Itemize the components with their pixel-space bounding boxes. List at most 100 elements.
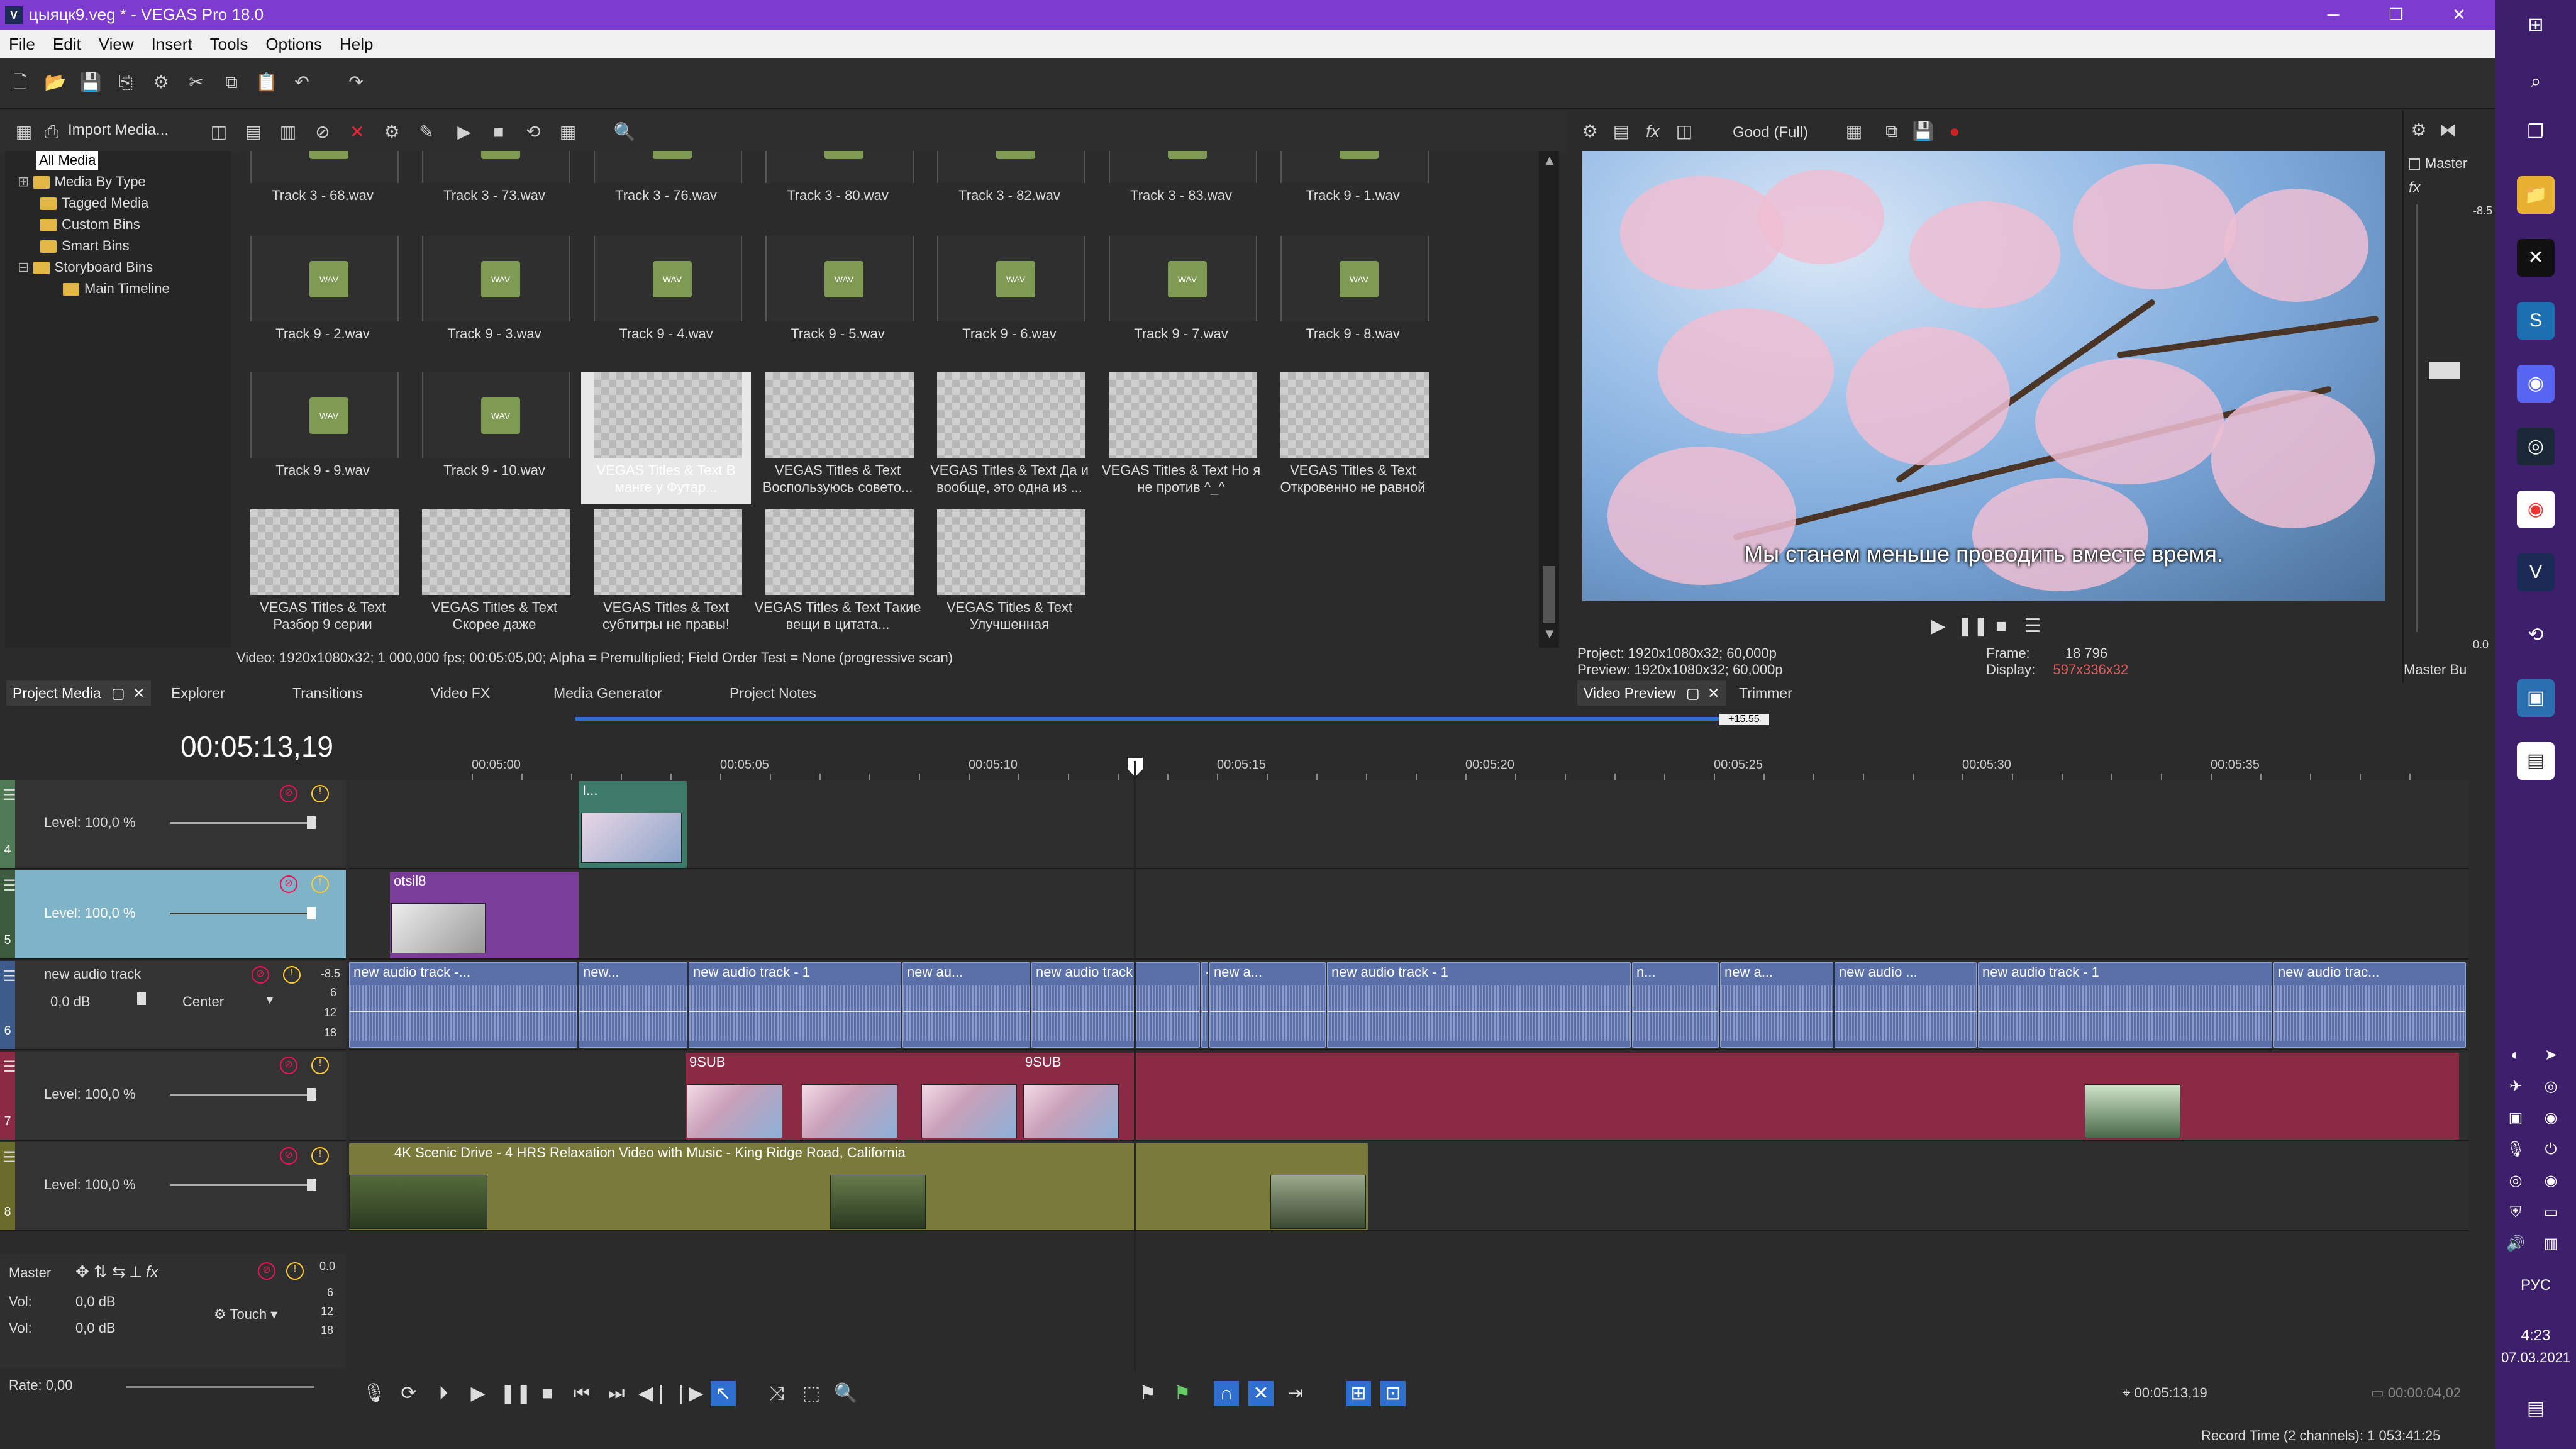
audio-event[interactable]: new au...	[902, 962, 1030, 1048]
track-menu-icon[interactable]: ☰	[3, 967, 16, 985]
video-event[interactable]: I...	[579, 781, 687, 868]
solo-icon[interactable]: !	[311, 785, 329, 802]
remove-icon[interactable]: ✕	[346, 121, 369, 143]
bin-tagged-media[interactable]: Tagged Media	[40, 194, 148, 213]
tab-trimmer[interactable]: Trimmer	[1733, 680, 1799, 706]
record-icon[interactable]: 🎙	[362, 1381, 387, 1406]
tab-master-bus[interactable]: Master Bu	[2404, 660, 2497, 679]
loop-region-bar[interactable]	[575, 717, 1720, 721]
network-icon[interactable]: ▥	[2540, 1233, 2562, 1255]
capture-icon[interactable]: ◫	[208, 121, 230, 143]
timeline-ruler[interactable]: +15.55 00:05:00 00:05:05 00:05:10 00:05:15 0…	[349, 714, 2468, 780]
preview-device-icon[interactable]: ▤	[1610, 120, 1633, 143]
media-scrollbar[interactable]: ▲ ▼	[1539, 151, 1559, 648]
media-thumbnail[interactable]: WAV Track 9 - 1.wav	[1268, 151, 1438, 230]
preview-pause-icon[interactable]: ❚❚	[1957, 614, 1989, 639]
loop-icon[interactable]: ⟳	[396, 1381, 421, 1406]
photos-icon[interactable]: ▣	[2517, 679, 2555, 717]
solo-icon[interactable]: !	[311, 1057, 329, 1074]
bin-main-timeline[interactable]: Main Timeline	[63, 279, 170, 298]
level-slider[interactable]	[170, 1184, 314, 1186]
tab-media-generator[interactable]: Media Generator	[547, 680, 669, 706]
menu-tools[interactable]: Tools	[201, 30, 257, 58]
nvidia-icon[interactable]: ▣	[2504, 1107, 2527, 1130]
auto-preview-icon[interactable]: ⟲	[522, 121, 545, 143]
copy-snapshot-icon[interactable]: ⧉	[1880, 120, 1903, 143]
document-icon[interactable]: ▤	[2517, 742, 2555, 780]
media-thumbnail[interactable]: VEGAS Titles & Text Такие вещи в цитата.…	[753, 509, 923, 641]
bin-smart-bins[interactable]: Smart Bins	[40, 236, 130, 255]
save-snapshot-icon[interactable]: 💾	[1912, 120, 1935, 143]
track-header-8[interactable]: 8 ☰ Level: 100,0 % ⊘ !	[0, 1142, 346, 1231]
audio-event[interactable]: new a...	[1209, 962, 1326, 1048]
fx-icon[interactable]: fx	[1641, 120, 1664, 143]
next-frame-icon[interactable]: ❘▶	[673, 1381, 703, 1406]
solo-icon[interactable]: !	[283, 966, 301, 984]
audio-event[interactable]: new...	[579, 962, 687, 1048]
mute-icon[interactable]: ⊘	[258, 1262, 275, 1280]
media-thumbnail[interactable]: WAV Track 9 - 8.wav	[1268, 236, 1438, 368]
steam-icon[interactable]: ◎	[2517, 428, 2555, 465]
selection-tool-icon[interactable]: ⬚	[799, 1381, 824, 1406]
mic-icon[interactable]: 🎙	[2504, 1138, 2527, 1161]
menu-insert[interactable]: Insert	[143, 30, 201, 58]
render-icon[interactable]: ⎘	[114, 71, 137, 94]
menu-edit[interactable]: Edit	[44, 30, 90, 58]
properties-icon[interactable]: ⚙	[150, 71, 172, 94]
thumbnail-size-icon[interactable]: ▦	[557, 121, 579, 143]
lock-envelopes-icon[interactable]: ⊞	[1346, 1381, 1371, 1406]
audio-event[interactable]: new a...	[1720, 962, 1833, 1048]
notifications-icon[interactable]: ▤	[2517, 1390, 2555, 1428]
play-from-start-icon[interactable]: ⏵	[431, 1381, 456, 1406]
tray-icon-2[interactable]: ◉	[2540, 1107, 2562, 1130]
paste-icon[interactable]: 📋	[255, 71, 278, 94]
chrome-tray-icon[interactable]: ◉	[2540, 1170, 2562, 1192]
search-icon[interactable]: 🔍	[613, 121, 636, 143]
bin-custom-bins[interactable]: Custom Bins	[40, 215, 140, 234]
audio-event[interactable]: new audio track	[1031, 962, 1200, 1048]
app-icon-2[interactable]: ⟲	[2517, 616, 2555, 654]
steam-tray-icon[interactable]: ◎	[2540, 1075, 2562, 1098]
discord-icon[interactable]: ◉	[2517, 365, 2555, 402]
ignore-grouping-icon[interactable]: ⊡	[1380, 1381, 1406, 1406]
tab-video-fx[interactable]: Video FX	[425, 680, 496, 706]
track-menu-icon[interactable]: ☰	[3, 877, 16, 895]
master-tools-icons[interactable]: ✥ ⇅ ⇆ ⟂ fx	[75, 1262, 158, 1282]
media-thumbnail[interactable]: VEGAS Titles & Text Улучшенная	[924, 509, 1094, 641]
import-media-button[interactable]: Import Media...	[68, 121, 169, 139]
save-icon[interactable]: 💾	[79, 71, 102, 94]
audio-event[interactable]: - 1	[1201, 962, 1208, 1048]
video-event[interactable]: otsil8	[390, 872, 579, 958]
tag-icon[interactable]: ✎	[415, 121, 438, 143]
level-knob[interactable]	[307, 907, 316, 919]
power-icon[interactable]: ⏻	[2540, 1138, 2562, 1161]
media-thumbnail[interactable]: WAV Track 9 - 7.wav	[1096, 236, 1266, 368]
menu-view[interactable]: View	[90, 30, 143, 58]
stop-media-icon[interactable]: ■	[487, 121, 510, 143]
preview-play-icon[interactable]: ▶	[1926, 614, 1951, 639]
media-thumbnail[interactable]: WAV Track 9 - 9.wav	[238, 372, 408, 504]
mute-icon[interactable]: ⊘	[280, 875, 297, 893]
media-thumbnail[interactable]: WAV Track 3 - 82.wav	[924, 151, 1094, 230]
media-thumbnail[interactable]: WAV Track 9 - 2.wav	[238, 236, 408, 368]
level-slider[interactable]	[170, 1094, 314, 1096]
windows-start-icon[interactable]: ⊞	[2517, 6, 2555, 44]
mute-icon[interactable]: ⊘	[280, 1147, 297, 1165]
media-thumbnail[interactable]: WAV Track 9 - 4.wav	[581, 236, 751, 368]
loop-marker[interactable]: +15.55	[1719, 714, 1769, 725]
ripple-edit-icon[interactable]: ⇥	[1283, 1381, 1308, 1406]
preview-menu-icon[interactable]: ☰	[2020, 614, 2045, 639]
snapping-icon[interactable]: ∩	[1214, 1381, 1239, 1406]
audio-event[interactable]: new audio trac...	[2273, 962, 2466, 1048]
mixer-fx-icon[interactable]: fx	[2409, 179, 2421, 197]
media-thumbnail[interactable]: WAV Track 9 - 5.wav	[753, 236, 923, 368]
level-slider[interactable]	[170, 913, 314, 914]
media-fx-icon[interactable]: ▥	[277, 121, 299, 143]
rate-slider[interactable]	[126, 1386, 314, 1388]
display-icon[interactable]: ▭	[2540, 1201, 2562, 1224]
file-explorer-icon[interactable]: 📁	[2517, 176, 2555, 214]
clock-date[interactable]: 07.03.2021	[2496, 1350, 2576, 1366]
mixer-downmix-icon[interactable]: ⧓	[2436, 119, 2459, 142]
bin-storyboard-bins[interactable]: ⊟ Storyboard Bins	[18, 258, 153, 277]
track-header-7[interactable]: 7 ☰ Level: 100,0 % ⊘ !	[0, 1052, 346, 1141]
